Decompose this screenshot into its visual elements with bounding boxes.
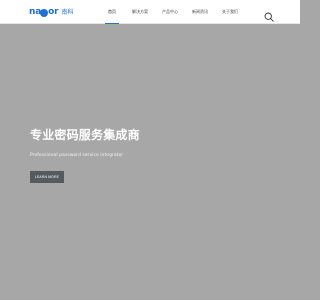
nav-item-label: 首页: [108, 9, 116, 14]
nav-item-label: 解决方案: [132, 9, 148, 14]
search-button[interactable]: [264, 7, 274, 22]
hero-title: 专业密码服务集成商: [30, 128, 140, 142]
nav-active-indicator: [105, 23, 119, 24]
nav-item-home[interactable]: 首页: [105, 0, 119, 24]
learn-more-button[interactable]: LEARN MORE: [30, 171, 64, 183]
nav-item-news[interactable]: 新闻资讯: [188, 0, 212, 24]
main-nav: 首页 解决方案 产品中心 新闻资讯 关于我们: [0, 0, 300, 24]
top-header: na or 南科 首页 解决方案 产品中心 新闻资讯 关于我们: [0, 0, 300, 24]
nav-item-label: 关于我们: [222, 9, 238, 14]
search-icon: [264, 12, 274, 22]
nav-item-label: 产品中心: [162, 9, 178, 14]
nav-item-products[interactable]: 产品中心: [158, 0, 182, 24]
nav-item-about[interactable]: 关于我们: [218, 0, 242, 24]
nav-item-solutions[interactable]: 解决方案: [128, 0, 152, 24]
nav-item-label: 新闻资讯: [192, 9, 208, 14]
hero-subtitle: Professional password service integrator: [30, 153, 124, 158]
